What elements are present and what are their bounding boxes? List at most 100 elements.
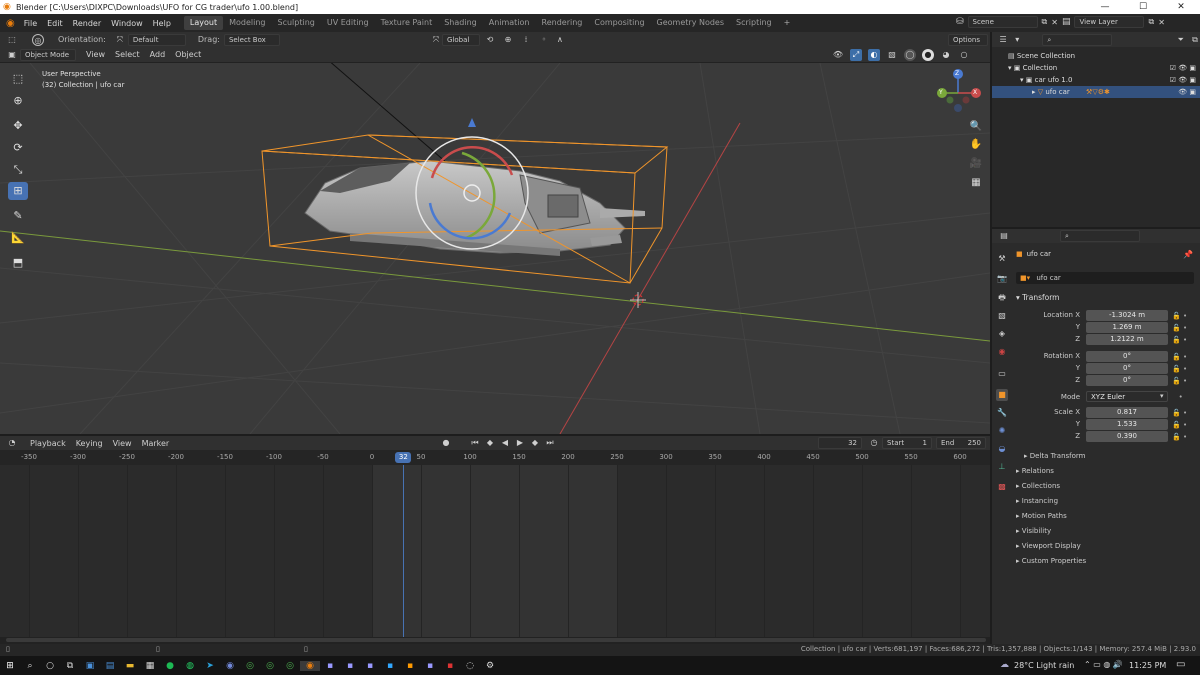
output-tab-icon[interactable]: 🖶 bbox=[996, 292, 1008, 304]
photoshop-icon[interactable]: ▪ bbox=[380, 661, 400, 671]
timeline-menu-keying[interactable]: Keying bbox=[76, 439, 103, 448]
xray-icon[interactable]: ▧ bbox=[886, 49, 898, 61]
properties-editor-icon[interactable]: ▤ bbox=[998, 230, 1010, 242]
snap-icon[interactable]: ⊕ bbox=[502, 34, 514, 46]
panel-motion-paths[interactable]: ▸ Motion Paths bbox=[1016, 512, 1067, 520]
file-explorer-icon[interactable]: ▬ bbox=[120, 661, 140, 671]
after-effects-icon[interactable]: ▪ bbox=[340, 661, 360, 671]
jump-end-icon[interactable]: ⏭ bbox=[544, 437, 556, 449]
notifications-icon[interactable]: ▭ bbox=[1176, 659, 1185, 670]
pan-hand-icon[interactable]: ✋ bbox=[968, 139, 984, 155]
snap-target-icon[interactable]: ⁞ bbox=[520, 34, 532, 46]
end-frame-field[interactable]: End 250 bbox=[936, 437, 986, 449]
gizmo-toggle-icon[interactable]: ⤢ bbox=[850, 49, 862, 61]
menu-file[interactable]: File bbox=[19, 19, 42, 28]
rotation-x-field[interactable]: 0° bbox=[1086, 351, 1168, 362]
transform-orientation-dropdown[interactable]: Global bbox=[441, 33, 480, 46]
media-encoder-icon[interactable]: ▪ bbox=[420, 661, 440, 671]
options-dropdown[interactable]: Options bbox=[948, 34, 988, 46]
object-mode-dropdown[interactable]: Object Mode bbox=[20, 48, 76, 61]
close-button[interactable]: ✕ bbox=[1162, 0, 1200, 14]
timeline-editor-icon[interactable]: ◔ bbox=[6, 437, 18, 449]
collection-visibility-icons[interactable]: ☑ 👁 ▣ bbox=[1170, 62, 1196, 74]
shading-wireframe-icon[interactable]: ◯ bbox=[904, 49, 916, 61]
tab-scripting[interactable]: Scripting bbox=[730, 16, 778, 30]
prev-keyframe-icon[interactable]: ◆ bbox=[484, 437, 496, 449]
next-keyframe-icon[interactable]: ◆ bbox=[529, 437, 541, 449]
outliner-editor-icon[interactable]: ☰ bbox=[998, 34, 1008, 46]
illustrator-icon[interactable]: ▪ bbox=[400, 661, 420, 671]
transform-pivot-icon[interactable]: ◎ bbox=[32, 33, 44, 46]
annotate-tool-icon[interactable]: ✎ bbox=[8, 207, 28, 225]
telegram-icon[interactable]: ➤ bbox=[200, 661, 220, 671]
discord-icon[interactable]: ◉ bbox=[220, 661, 240, 671]
delete-scene-icon[interactable]: ✕ bbox=[1051, 18, 1058, 27]
add-workspace-icon[interactable]: + bbox=[778, 16, 797, 30]
app-icon-circle[interactable]: ◌ bbox=[460, 661, 480, 671]
record-icon[interactable]: ● bbox=[440, 437, 452, 449]
menu-edit[interactable]: Edit bbox=[42, 19, 68, 28]
new-view-layer-icon[interactable]: ⧉ bbox=[1148, 17, 1154, 27]
maximize-button[interactable]: ☐ bbox=[1124, 0, 1162, 14]
whatsapp-icon[interactable]: ◍ bbox=[180, 661, 200, 671]
tab-layout[interactable]: Layout bbox=[183, 16, 224, 30]
move-tool-icon[interactable]: ✥ bbox=[8, 117, 28, 135]
expand-arrow-icon[interactable]: ▸ bbox=[1032, 88, 1036, 96]
scene-selector[interactable]: Scene bbox=[967, 16, 1038, 28]
weather-text[interactable]: 28°C Light rain bbox=[1014, 661, 1074, 670]
pin-icon[interactable]: 📌 bbox=[1183, 250, 1193, 259]
playhead-frame-badge[interactable]: 32 bbox=[395, 452, 412, 463]
panel-instancing[interactable]: ▸ Instancing bbox=[1016, 497, 1058, 505]
jump-start-icon[interactable]: ⏮ bbox=[469, 437, 481, 449]
object-name-field[interactable]: ■▾ ufo car bbox=[1016, 272, 1194, 284]
current-frame-field[interactable]: 32 bbox=[818, 437, 862, 449]
start-menu-icon[interactable]: ⊞ bbox=[0, 661, 20, 671]
drag-dropdown[interactable]: Select Box bbox=[223, 33, 280, 46]
chrome-icon-2[interactable]: ◎ bbox=[260, 661, 280, 671]
outliner-row-collection[interactable]: ▾ ▣ Collection ☑ 👁 ▣ bbox=[992, 62, 1200, 74]
constraints-tab-icon[interactable]: ⊥ bbox=[996, 461, 1008, 473]
viewport-menu-object[interactable]: Object bbox=[175, 50, 201, 59]
app-icon-1[interactable]: ▣ bbox=[80, 661, 100, 671]
viewport-menu-select[interactable]: Select bbox=[115, 50, 140, 59]
display-mode-icon[interactable]: ▾ bbox=[1012, 34, 1022, 46]
minimize-button[interactable]: — bbox=[1086, 0, 1124, 14]
select-tool-icon[interactable]: ⬚ bbox=[6, 34, 18, 46]
cortana-icon[interactable]: ○ bbox=[40, 661, 60, 671]
tab-rendering[interactable]: Rendering bbox=[536, 16, 589, 30]
location-x-field[interactable]: -1.3024 m bbox=[1086, 310, 1168, 321]
scale-y-field[interactable]: 1.533 bbox=[1086, 419, 1168, 430]
timeline-ruler[interactable]: -350 -300 -250 -200 -150 -100 -50 0 50 100 150 200 2… bbox=[0, 450, 990, 465]
orientation-dropdown[interactable]: Default bbox=[127, 33, 186, 46]
tab-compositing[interactable]: Compositing bbox=[588, 16, 650, 30]
app-icon-red[interactable]: ▪ bbox=[440, 661, 460, 671]
pivot-point-icon[interactable]: ⟲ bbox=[484, 34, 496, 46]
menu-window[interactable]: Window bbox=[106, 19, 148, 28]
transform-tool-icon[interactable]: ⊞ bbox=[8, 182, 28, 200]
tab-texture-paint[interactable]: Texture Paint bbox=[375, 16, 439, 30]
add-cube-tool-icon[interactable]: ⬒ bbox=[8, 254, 28, 272]
outliner-row-ufo-car[interactable]: ▸ ▽ ufo car ⚒▽⚙✱ 👁 ▣ bbox=[992, 86, 1200, 98]
proportional-editing-icon[interactable]: ◦ bbox=[538, 34, 550, 46]
tab-modeling[interactable]: Modeling bbox=[223, 16, 271, 30]
audition-icon[interactable]: ▪ bbox=[360, 661, 380, 671]
play-icon[interactable]: ▶ bbox=[514, 437, 526, 449]
new-collection-icon[interactable]: ⧉ bbox=[1190, 34, 1200, 46]
lock-keyframe-icons[interactable]: 🔓 • 🔓 • 🔓 • 🔓 • 🔓 • 🔓 • • 🔓 • 🔓 • 🔓 • bbox=[1172, 310, 1187, 443]
filter-icon[interactable]: ⏷ bbox=[1176, 34, 1186, 46]
panel-visibility[interactable]: ▸ Visibility bbox=[1016, 527, 1051, 535]
tab-sculpting[interactable]: Sculpting bbox=[272, 16, 321, 30]
chrome-icon[interactable]: ◎ bbox=[240, 661, 260, 671]
panel-viewport-display[interactable]: ▸ Viewport Display bbox=[1016, 542, 1081, 550]
clock-time[interactable]: 11:25 PM bbox=[1129, 661, 1166, 670]
location-y-field[interactable]: 1.269 m bbox=[1086, 322, 1168, 333]
scale-z-field[interactable]: 0.390 bbox=[1086, 431, 1168, 442]
rotate-tool-icon[interactable]: ⟳ bbox=[8, 139, 28, 157]
search-icon[interactable]: ⌕ bbox=[20, 661, 40, 671]
rotation-mode-dropdown[interactable]: XYZ Euler bbox=[1086, 391, 1168, 402]
material-tab-icon[interactable]: ▩ bbox=[996, 481, 1008, 493]
cursor-tool-icon[interactable]: ⊕ bbox=[8, 92, 28, 110]
rotation-z-field[interactable]: 0° bbox=[1086, 375, 1168, 386]
view-layer-selector[interactable]: View Layer bbox=[1074, 16, 1145, 28]
expand-arrow-icon[interactable]: ▾ bbox=[1008, 64, 1012, 72]
